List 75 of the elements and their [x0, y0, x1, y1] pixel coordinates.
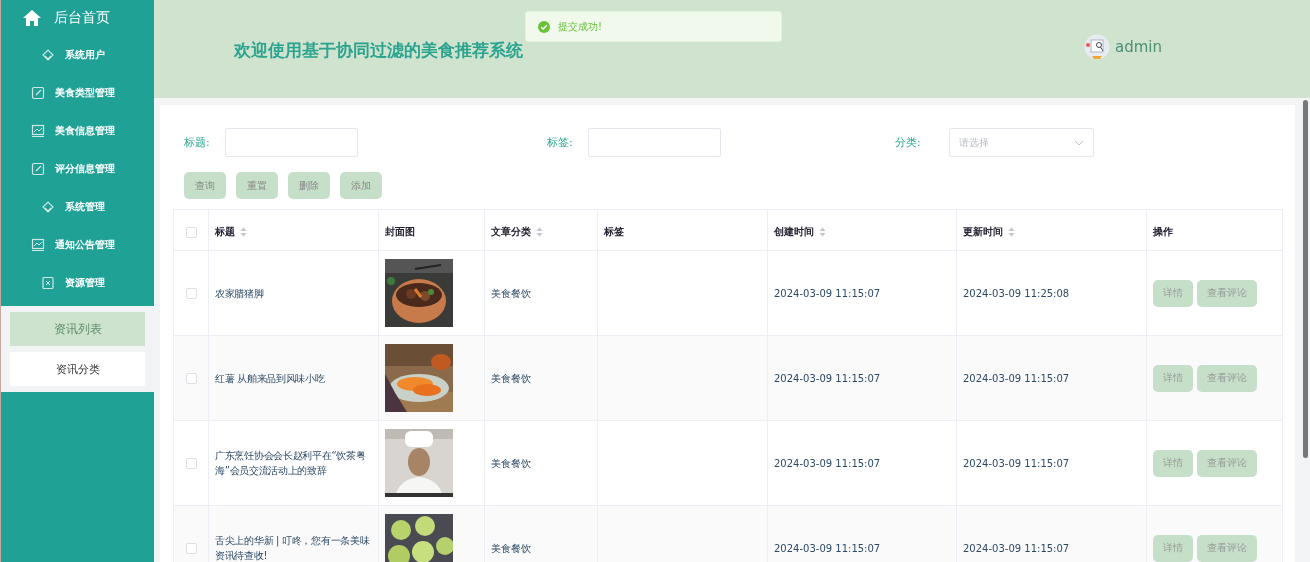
column-header: 操作 [1153, 225, 1173, 239]
home-icon [22, 9, 42, 27]
check-circle-icon [538, 20, 550, 33]
input-field[interactable] [588, 128, 721, 157]
checkbox[interactable] [185, 372, 197, 384]
table-cell-text: 2024-03-09 11:15:07 [774, 456, 881, 471]
home-menu-item[interactable]: 后台首页 [1, 0, 154, 36]
table-cell-text: 2024-03-09 11:25:08 [963, 286, 1070, 301]
column-header[interactable]: 创建时间 [774, 225, 826, 239]
menu-item[interactable]: 美食类型管理 [1, 74, 154, 112]
table-cell-text: 2024-03-09 11:15:07 [963, 371, 1070, 386]
menu-item[interactable]: 美食信息管理 [1, 112, 154, 150]
table-cell-text: 美食餐饮 [491, 541, 531, 556]
diamond-icon [40, 48, 55, 62]
field-label: 标题: [184, 135, 211, 150]
row-button[interactable]: 查看评论 [1197, 534, 1257, 562]
category-select[interactable]: 请选择 [949, 128, 1094, 157]
checkbox[interactable] [185, 287, 197, 299]
sort-icon [240, 227, 247, 237]
page-title: 欢迎使用基于协同过滤的美食推荐系统 [234, 38, 523, 62]
input-field[interactable] [225, 128, 358, 157]
action-button[interactable]: 重置 [236, 172, 278, 199]
edit-icon [30, 162, 45, 176]
sort-icon [819, 227, 826, 237]
diamond-icon [40, 200, 55, 214]
column-header[interactable]: 更新时间 [963, 225, 1015, 239]
menu-item[interactable]: 系统用户 [1, 36, 154, 74]
checkbox[interactable] [185, 457, 197, 469]
chart-icon [30, 238, 45, 252]
column-header: 封面图 [385, 225, 415, 239]
field-label: 标签: [547, 135, 574, 150]
table-cell-text: 农家腊猪脚 [215, 286, 264, 301]
checkbox[interactable] [185, 542, 197, 554]
column-header: 标签 [604, 225, 624, 239]
row-button[interactable]: 详情 [1153, 534, 1193, 562]
sort-icon [1008, 227, 1015, 237]
edit-icon [30, 86, 45, 100]
column-header[interactable]: 标题 [215, 225, 247, 239]
submenu-item[interactable]: 资讯列表 [10, 312, 145, 346]
table-cell-text: 美食餐饮 [491, 456, 531, 471]
sort-icon [536, 227, 543, 237]
user-name[interactable]: admin [1115, 38, 1162, 56]
toast-message: 提交成功! [558, 19, 602, 34]
checkbox[interactable] [185, 226, 197, 238]
scrollbar[interactable] [1303, 100, 1308, 458]
action-button[interactable]: 查询 [184, 172, 226, 199]
row-button[interactable]: 查看评论 [1197, 449, 1257, 477]
table-cell-text: 2024-03-09 11:15:07 [774, 286, 881, 301]
document-icon [40, 276, 55, 290]
submenu-item[interactable]: 资讯分类 [10, 352, 145, 386]
chevron-down-icon [1074, 139, 1084, 146]
table-cell-text: 红薯 从舶来品到风味小吃 [215, 371, 325, 386]
table-cell-text: 广东烹饪协会会长赵利平在“饮茶粤海”会员交流活动上的致辞 [215, 449, 367, 478]
action-button[interactable]: 删除 [288, 172, 330, 199]
table-cell-text: 美食餐饮 [491, 286, 531, 301]
menu-item[interactable]: 系统管理 [1, 188, 154, 226]
row-button[interactable]: 详情 [1153, 279, 1193, 307]
row-button[interactable]: 详情 [1153, 449, 1193, 477]
table-cell-text: 2024-03-09 11:15:07 [963, 541, 1070, 556]
table-cell-text: 舌尖上的华新 | 叮咚，您有一条美味资讯待查收! [215, 534, 371, 562]
menu-item[interactable]: 通知公告管理 [1, 226, 154, 264]
chart-icon [30, 124, 45, 138]
row-button[interactable]: 查看评论 [1197, 364, 1257, 392]
avatar-icon [1084, 34, 1110, 60]
row-button[interactable]: 查看评论 [1197, 279, 1257, 307]
menu-item[interactable]: 评分信息管理 [1, 150, 154, 188]
table-cell-text: 2024-03-09 11:15:07 [774, 541, 881, 556]
menu-item[interactable]: 资源管理 [1, 264, 154, 302]
column-header[interactable]: 文章分类 [491, 225, 543, 239]
table-cell-text: 2024-03-09 11:15:07 [774, 371, 881, 386]
table-cell-text: 美食餐饮 [491, 371, 531, 386]
row-button[interactable]: 详情 [1153, 364, 1193, 392]
field-label: 分类: [895, 135, 922, 150]
action-button[interactable]: 添加 [340, 172, 382, 199]
table-cell-text: 2024-03-09 11:15:07 [963, 456, 1070, 471]
